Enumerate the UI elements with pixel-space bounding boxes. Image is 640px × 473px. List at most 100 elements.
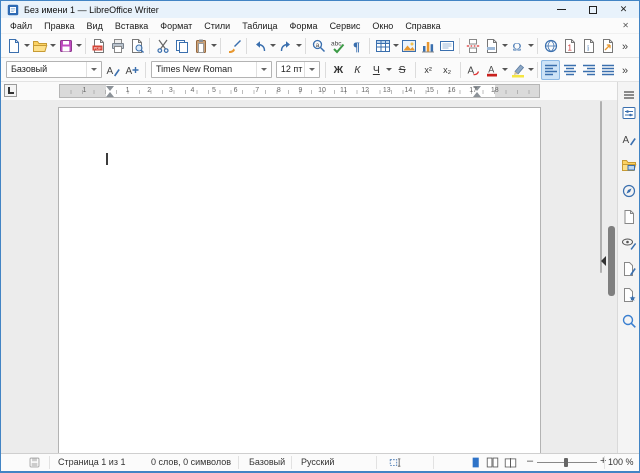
- export-pdf-button[interactable]: PDF: [89, 36, 108, 56]
- menu-table[interactable]: Таблица: [236, 19, 283, 33]
- view-layout-single-button[interactable]: [469, 456, 482, 469]
- insert-chart-button[interactable]: [418, 36, 437, 56]
- horizontal-ruler[interactable]: 1123456789101112131415161718: [59, 84, 540, 98]
- strikethrough-button[interactable]: S: [393, 60, 412, 80]
- superscript-button[interactable]: x²: [419, 60, 438, 80]
- toolbar-overflow-button[interactable]: »: [617, 60, 636, 80]
- hyperlink-button[interactable]: [541, 36, 560, 56]
- language-status[interactable]: Русский: [301, 457, 334, 467]
- subscript-button[interactable]: x₂: [438, 60, 457, 80]
- document-page[interactable]: [58, 107, 541, 453]
- zoom-slider-thumb[interactable]: [564, 458, 568, 467]
- dropdown-arrow-icon[interactable]: [23, 36, 30, 56]
- zoom-out-button[interactable]: –: [527, 455, 533, 467]
- clone-formatting-button[interactable]: [224, 36, 243, 56]
- paste-button[interactable]: [191, 36, 210, 56]
- view-layout-book-button[interactable]: [504, 456, 517, 469]
- footnote-button[interactable]: 1: [560, 36, 579, 56]
- menu-styles[interactable]: Стили: [198, 19, 236, 33]
- dropdown-arrow-icon[interactable]: [527, 60, 534, 80]
- copy-button[interactable]: [172, 36, 191, 56]
- chevron-down-icon[interactable]: [256, 62, 271, 77]
- insert-table-button[interactable]: [373, 36, 392, 56]
- dropdown-arrow-icon[interactable]: [392, 36, 399, 56]
- word-count-status[interactable]: 0 слов, 0 символов: [151, 457, 231, 467]
- vertical-scrollbar-thumb[interactable]: [600, 101, 602, 273]
- formatting-marks-button[interactable]: ¶: [347, 36, 366, 56]
- insert-image-button[interactable]: [399, 36, 418, 56]
- redo-button[interactable]: [276, 36, 295, 56]
- font-name-combo[interactable]: Times New Roman: [151, 61, 272, 78]
- undo-button[interactable]: [250, 36, 269, 56]
- highlight-color-button[interactable]: [508, 60, 527, 80]
- menu-edit[interactable]: Правка: [38, 19, 80, 33]
- align-right-button[interactable]: [579, 60, 598, 80]
- dropdown-arrow-icon[interactable]: [269, 36, 276, 56]
- menu-file[interactable]: Файл: [4, 19, 38, 33]
- clear-formatting-button[interactable]: A: [464, 60, 483, 80]
- font-size-combo[interactable]: 12 пт: [276, 61, 320, 78]
- cut-button[interactable]: [153, 36, 172, 56]
- page-style-status[interactable]: Базовый: [249, 457, 285, 467]
- sidebar-tab-gallery[interactable]: [619, 156, 638, 174]
- sidebar-tab-navigator[interactable]: [619, 182, 638, 200]
- sidebar-tab-style-inspector[interactable]: [619, 234, 638, 252]
- sidebar-tab-styles[interactable]: A: [619, 130, 638, 148]
- italic-button[interactable]: К: [348, 60, 367, 80]
- page-number-status[interactable]: Страница 1 из 1: [58, 457, 125, 467]
- special-character-button[interactable]: Ω: [508, 36, 527, 56]
- paragraph-style-combo[interactable]: Базовый: [6, 61, 102, 78]
- sidebar-tab-find[interactable]: [619, 312, 638, 330]
- align-left-button[interactable]: [541, 60, 560, 80]
- menu-window[interactable]: Окно: [366, 19, 399, 33]
- dropdown-arrow-icon[interactable]: [527, 36, 534, 56]
- bold-button[interactable]: Ж: [329, 60, 348, 80]
- insert-textbox-button[interactable]: [437, 36, 456, 56]
- menu-help[interactable]: Справка: [399, 19, 446, 33]
- print-button[interactable]: [108, 36, 127, 56]
- selection-mode-icon[interactable]: [389, 456, 402, 469]
- align-justify-button[interactable]: [598, 60, 617, 80]
- dropdown-arrow-icon[interactable]: [75, 36, 82, 56]
- dropdown-arrow-icon[interactable]: [49, 36, 56, 56]
- endnote-button[interactable]: i: [579, 36, 598, 56]
- close-document-icon[interactable]: ✕: [615, 21, 636, 30]
- dropdown-arrow-icon[interactable]: [502, 60, 509, 80]
- chevron-down-icon[interactable]: [86, 62, 101, 77]
- new-style-button[interactable]: A: [123, 60, 142, 80]
- update-style-button[interactable]: A: [104, 60, 123, 80]
- font-color-button[interactable]: A: [483, 60, 502, 80]
- sidebar-tab-accessibility-check[interactable]: [619, 260, 638, 278]
- zoom-level-status[interactable]: 100 %: [608, 457, 634, 467]
- tab-stop-selector[interactable]: [4, 84, 17, 97]
- menu-view[interactable]: Вид: [81, 19, 109, 33]
- spelling-button[interactable]: abc: [328, 36, 347, 56]
- dropdown-arrow-icon[interactable]: [295, 36, 302, 56]
- sidebar-settings-button[interactable]: [619, 86, 638, 104]
- insert-field-button[interactable]: [482, 36, 501, 56]
- sidebar-splitter-grip[interactable]: [608, 226, 615, 296]
- dropdown-arrow-icon[interactable]: [210, 36, 217, 56]
- sidebar-tab-design[interactable]: [619, 286, 638, 304]
- underline-button[interactable]: Ч: [367, 60, 386, 80]
- print-preview-button[interactable]: [127, 36, 146, 56]
- sidebar-tab-page[interactable]: [619, 208, 638, 226]
- menu-form[interactable]: Форма: [284, 19, 324, 33]
- save-button[interactable]: [56, 36, 75, 56]
- cross-reference-button[interactable]: [598, 36, 617, 56]
- toolbar-overflow-button[interactable]: »: [617, 36, 636, 56]
- page-break-button[interactable]: [463, 36, 482, 56]
- menu-insert[interactable]: Вставка: [109, 19, 154, 33]
- sidebar-collapse-arrow-icon[interactable]: [601, 256, 606, 266]
- menu-tools[interactable]: Сервис: [324, 19, 367, 33]
- dropdown-arrow-icon[interactable]: [501, 36, 508, 56]
- find-replace-button[interactable]: a: [309, 36, 328, 56]
- save-status-icon[interactable]: [28, 456, 41, 469]
- sidebar-tab-properties[interactable]: [619, 104, 638, 122]
- maximize-button[interactable]: [577, 1, 608, 18]
- chevron-down-icon[interactable]: [304, 62, 319, 77]
- open-button[interactable]: [30, 36, 49, 56]
- dropdown-arrow-icon[interactable]: [386, 60, 393, 80]
- menu-format[interactable]: Формат: [154, 19, 198, 33]
- close-button[interactable]: ✕: [608, 1, 639, 18]
